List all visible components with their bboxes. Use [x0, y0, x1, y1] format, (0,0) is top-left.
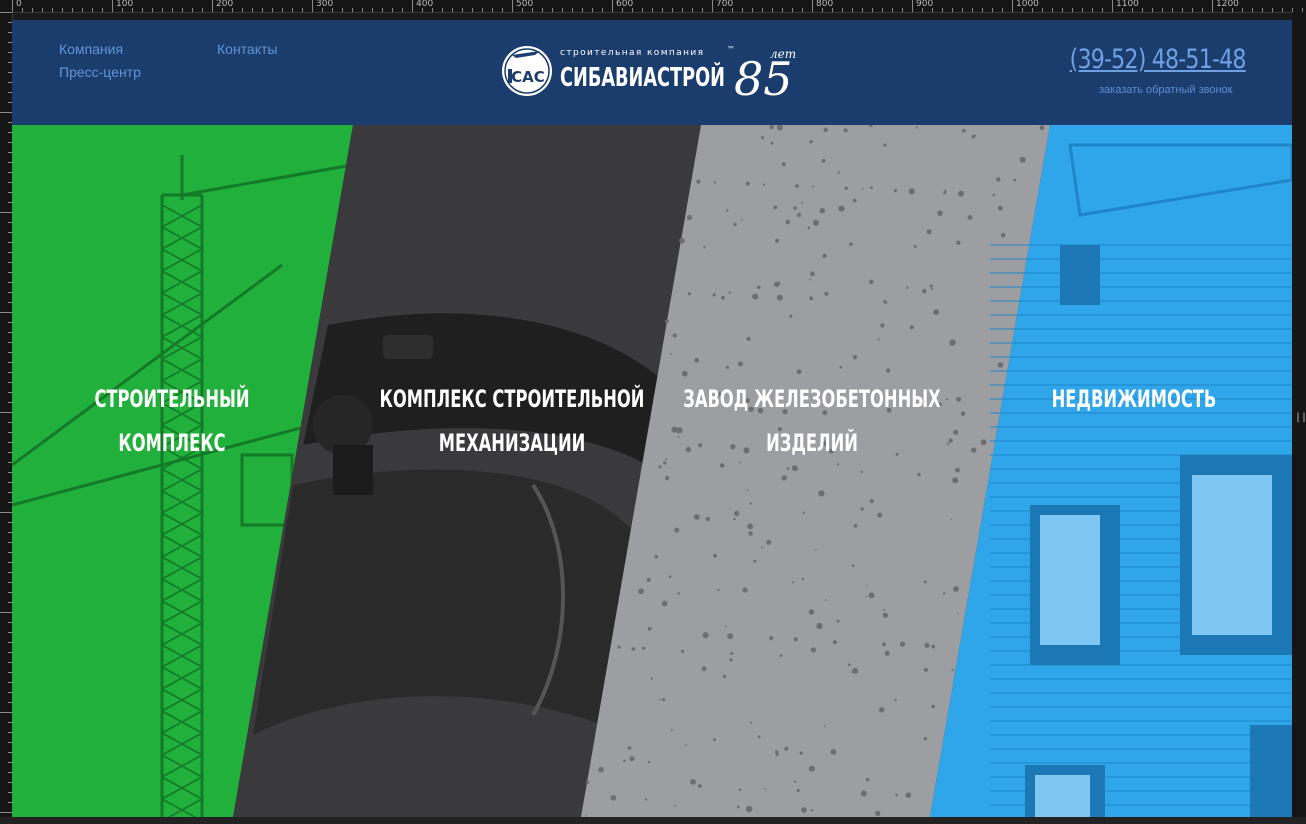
drag-handle-icon: ||| — [1295, 412, 1306, 423]
section-real-estate[interactable]: НЕДВИЖИМОСТЬ — [930, 125, 1292, 817]
ruler-label: 1100 — [1116, 0, 1139, 9]
logo-badge-text: САС — [511, 68, 545, 86]
ruler-label: 1000 — [1016, 0, 1039, 9]
ruler-label: 200 — [216, 0, 234, 9]
nav-link-press-center[interactable]: Пресс-центр — [59, 64, 141, 80]
building-photo — [930, 125, 1292, 817]
ruler-label: 400 — [416, 0, 434, 9]
nav-link-contacts[interactable]: Контакты — [217, 41, 277, 57]
site-header: Компания Контакты Пресс-центр САС строит… — [12, 20, 1292, 125]
ruler-ticks — [0, 12, 12, 823]
phone-number[interactable]: (39-52) 48-51-48 — [1070, 44, 1247, 75]
ruler-label: 300 — [316, 0, 334, 9]
horizontal-ruler: 0 100 200 300 400 500 600 700 800 900 10… — [0, 0, 1306, 13]
section-title: ЗАВОД ЖЕЛЕЗОБЕТОННЫХ ИЗДЕЛИЙ — [683, 385, 941, 457]
section-title: НЕДВИЖИМОСТЬ — [1051, 385, 1217, 413]
ruler-label: 1200 — [1216, 0, 1239, 9]
ruler-label: 700 — [716, 0, 734, 9]
ruler-ticks — [12, 0, 1303, 12]
sections-grid: СТРОИТЕЛЬНЫЙ КОМПЛЕКС КОМПЛЕКС СТРОИТЕЛЬ… — [12, 125, 1292, 817]
nav-link-company[interactable]: Компания — [59, 41, 123, 57]
site-page: Компания Контакты Пресс-центр САС строит… — [12, 20, 1292, 817]
ruler-label: 500 — [516, 0, 534, 9]
logo-company-name: СИБАВИАСТРОЙ — [560, 61, 725, 93]
anniversary-word: лет — [770, 47, 796, 61]
side-scroll-handle[interactable]: ||| — [1292, 12, 1306, 824]
ruler-label: 100 — [116, 0, 134, 9]
bottom-bar — [0, 817, 1306, 824]
ruler-label: 900 — [916, 0, 934, 9]
ruler-label: 0 — [16, 0, 22, 9]
site-logo[interactable]: САС строительная компания ™ СИБАВИАСТРОЙ… — [502, 42, 812, 109]
ruler-label: 800 — [816, 0, 834, 9]
logo-tagline: строительная компания — [560, 48, 704, 58]
callback-link[interactable]: заказать обратный звонок — [1099, 84, 1232, 96]
ruler-label: 600 — [616, 0, 634, 9]
